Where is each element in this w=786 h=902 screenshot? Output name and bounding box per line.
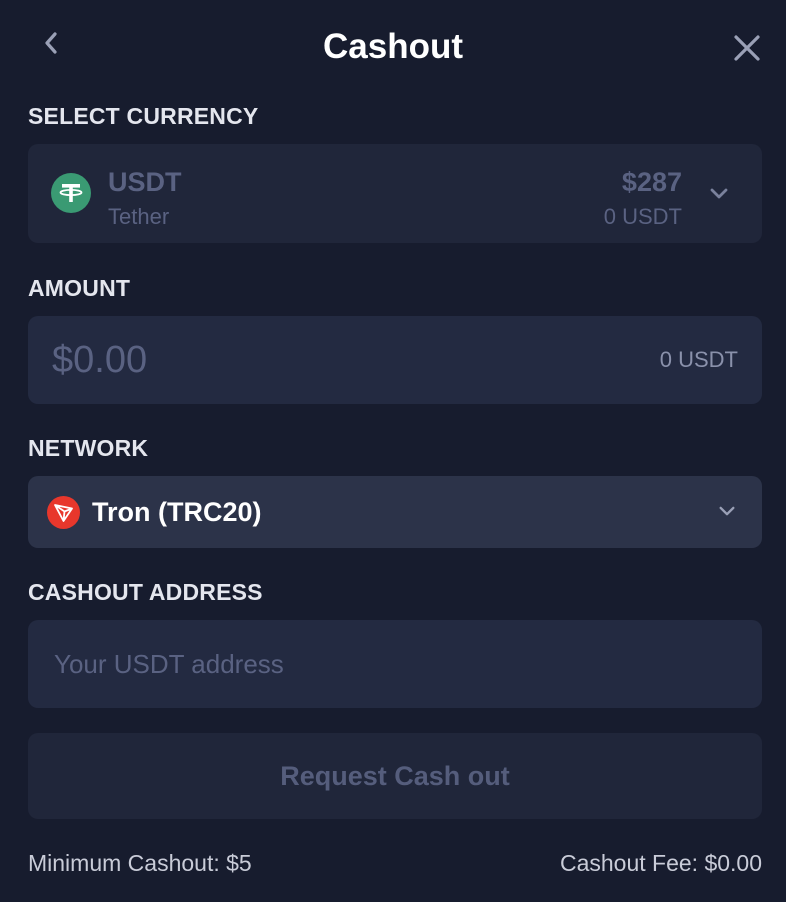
chevron-down-icon (710, 188, 728, 199)
minimum-cashout-text: Minimum Cashout: $5 (28, 850, 252, 876)
currency-select[interactable]: USDT Tether $287 0 USDT (28, 144, 762, 243)
close-icon (734, 35, 760, 61)
request-cashout-button[interactable]: Request Cash out (28, 733, 762, 819)
tron-icon (47, 496, 80, 529)
cashout-fee-text: Cashout Fee: $0.00 (559, 850, 762, 876)
amount-field[interactable]: 0 USDT (28, 316, 762, 404)
network-selected: Tron (TRC20) (92, 497, 262, 527)
currency-balance: 0 USDT (603, 204, 682, 229)
select-currency-label: SELECT CURRENCY (28, 103, 259, 129)
tether-icon (51, 173, 91, 213)
currency-name: Tether (108, 204, 170, 229)
currency-usd-value: $287 (621, 167, 682, 197)
amount-unit-value: 0 USDT (659, 347, 738, 372)
page-title: Cashout (323, 27, 463, 66)
currency-symbol: USDT (108, 167, 182, 197)
amount-input[interactable] (52, 337, 612, 383)
cashout-address-label: CASHOUT ADDRESS (28, 579, 263, 605)
amount-label: AMOUNT (28, 275, 131, 301)
close-button[interactable] (728, 29, 766, 67)
network-select[interactable]: Tron (TRC20) (28, 476, 762, 548)
network-label: NETWORK (28, 435, 149, 461)
address-input[interactable] (54, 642, 734, 686)
header: Cashout (0, 0, 786, 96)
chevron-down-icon (719, 506, 735, 516)
address-field[interactable] (28, 620, 762, 708)
